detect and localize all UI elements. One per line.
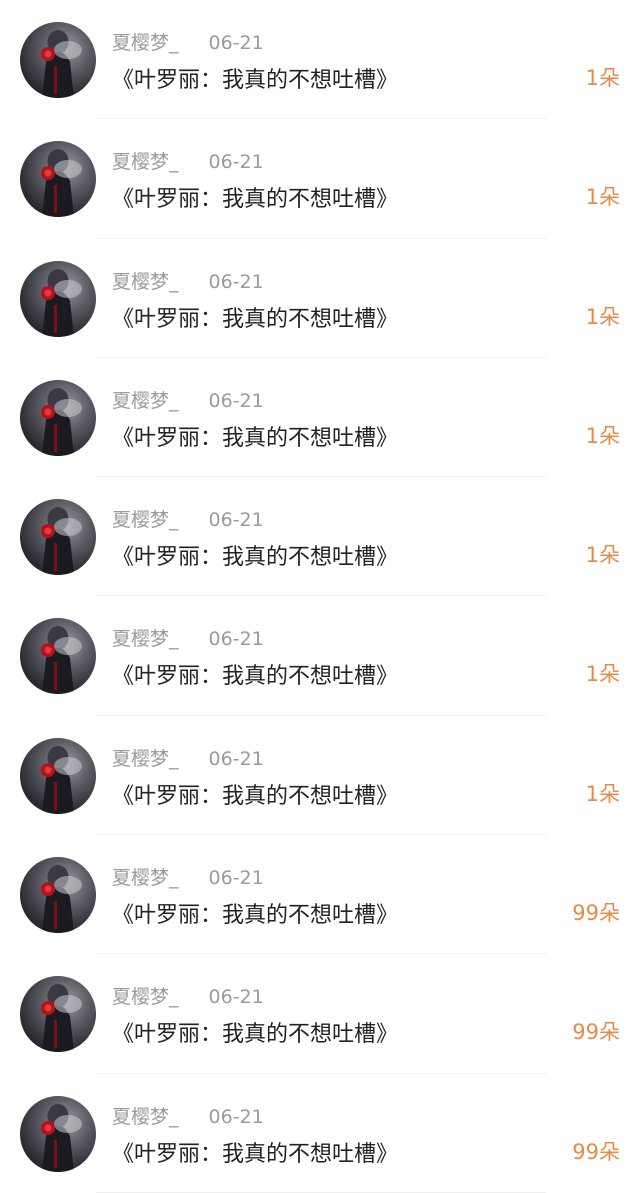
meta-line: 夏樱梦_ 06-21 (112, 624, 264, 651)
list-item[interactable]: 夏樱梦_ 06-21 《叶罗丽：我真的不想吐槽》 99朵 (0, 1074, 640, 1193)
item-title[interactable]: 《叶罗丽：我真的不想吐槽》 (112, 420, 398, 452)
meta-line: 夏樱梦_ 06-21 (112, 744, 264, 771)
list-item[interactable]: 夏樱梦_ 06-21 《叶罗丽：我真的不想吐槽》 1朵 (0, 0, 640, 120)
meta-line: 夏樱梦_ 06-21 (112, 863, 264, 890)
flower-count: 99朵 (572, 1139, 620, 1164)
flower-count: 1朵 (585, 185, 620, 210)
date: 06-21 (208, 1105, 264, 1128)
flower-count: 99朵 (572, 1020, 620, 1045)
list-item[interactable]: 夏樱梦_ 06-21 《叶罗丽：我真的不想吐槽》 1朵 (0, 239, 640, 359)
flower-count: 1朵 (585, 304, 620, 329)
avatar[interactable] (20, 618, 96, 695)
item-title[interactable]: 《叶罗丽：我真的不想吐槽》 (112, 1016, 398, 1048)
meta-line: 夏樱梦_ 06-21 (112, 386, 264, 413)
date: 06-21 (208, 389, 264, 412)
flower-count: 99朵 (572, 901, 620, 926)
avatar[interactable] (20, 857, 96, 934)
username[interactable]: 夏樱梦_ (112, 390, 179, 412)
gift-record-list: 夏樱梦_ 06-21 《叶罗丽：我真的不想吐槽》 1朵 夏樱梦_ 06-21 《叶罗… (0, 0, 640, 1193)
list-item[interactable]: 夏樱梦_ 06-21 《叶罗丽：我真的不想吐槽》 99朵 (0, 835, 640, 955)
date: 06-21 (208, 628, 264, 651)
username[interactable]: 夏樱梦_ (112, 628, 179, 650)
avatar[interactable] (20, 141, 96, 218)
item-title[interactable]: 《叶罗丽：我真的不想吐槽》 (112, 181, 398, 213)
flower-count: 1朵 (585, 543, 620, 568)
list-item[interactable]: 夏樱梦_ 06-21 《叶罗丽：我真的不想吐槽》 1朵 (0, 716, 640, 836)
list-item[interactable]: 夏樱梦_ 06-21 《叶罗丽：我真的不想吐槽》 99朵 (0, 954, 640, 1074)
avatar[interactable] (20, 737, 96, 814)
avatar[interactable] (20, 260, 96, 337)
date: 06-21 (208, 270, 264, 293)
avatar[interactable] (20, 1095, 96, 1172)
item-title[interactable]: 《叶罗丽：我真的不想吐槽》 (112, 301, 398, 333)
date: 06-21 (208, 151, 264, 174)
date: 06-21 (208, 747, 264, 770)
avatar[interactable] (20, 22, 96, 98)
item-title[interactable]: 《叶罗丽：我真的不想吐槽》 (112, 658, 398, 690)
username[interactable]: 夏樱梦_ (112, 1106, 179, 1128)
date: 06-21 (208, 867, 264, 890)
meta-line: 夏樱梦_ 06-21 (112, 267, 264, 294)
item-title[interactable]: 《叶罗丽：我真的不想吐槽》 (112, 897, 398, 929)
username[interactable]: 夏樱梦_ (112, 748, 179, 770)
username[interactable]: 夏樱梦_ (112, 151, 179, 173)
meta-line: 夏樱梦_ 06-21 (112, 147, 264, 174)
date: 06-21 (208, 986, 264, 1009)
meta-line: 夏樱梦_ 06-21 (112, 505, 264, 532)
avatar[interactable] (20, 976, 96, 1053)
avatar[interactable] (20, 499, 96, 576)
item-title[interactable]: 《叶罗丽：我真的不想吐槽》 (112, 539, 398, 571)
meta-line: 夏樱梦_ 06-21 (112, 1102, 264, 1129)
list-item[interactable]: 夏樱梦_ 06-21 《叶罗丽：我真的不想吐槽》 1朵 (0, 358, 640, 478)
item-title[interactable]: 《叶罗丽：我真的不想吐槽》 (112, 62, 398, 94)
username[interactable]: 夏樱梦_ (112, 867, 179, 889)
username[interactable]: 夏樱梦_ (112, 509, 179, 531)
username[interactable]: 夏樱梦_ (112, 271, 179, 293)
flower-count: 1朵 (585, 423, 620, 448)
flower-count: 1朵 (585, 662, 620, 687)
meta-line: 夏樱梦_ 06-21 (112, 982, 264, 1009)
list-item[interactable]: 夏樱梦_ 06-21 《叶罗丽：我真的不想吐槽》 1朵 (0, 119, 640, 239)
flower-count: 1朵 (585, 781, 620, 806)
flower-count: 1朵 (585, 66, 620, 90)
item-title[interactable]: 《叶罗丽：我真的不想吐槽》 (112, 1136, 398, 1168)
username[interactable]: 夏樱梦_ (112, 32, 179, 54)
date: 06-21 (208, 32, 264, 54)
avatar[interactable] (20, 379, 96, 456)
meta-line: 夏樱梦_ 06-21 (112, 28, 264, 55)
date: 06-21 (208, 509, 264, 532)
item-title[interactable]: 《叶罗丽：我真的不想吐槽》 (112, 778, 398, 810)
list-item[interactable]: 夏樱梦_ 06-21 《叶罗丽：我真的不想吐槽》 1朵 (0, 477, 640, 597)
username[interactable]: 夏樱梦_ (112, 986, 179, 1008)
list-item[interactable]: 夏樱梦_ 06-21 《叶罗丽：我真的不想吐槽》 1朵 (0, 596, 640, 717)
